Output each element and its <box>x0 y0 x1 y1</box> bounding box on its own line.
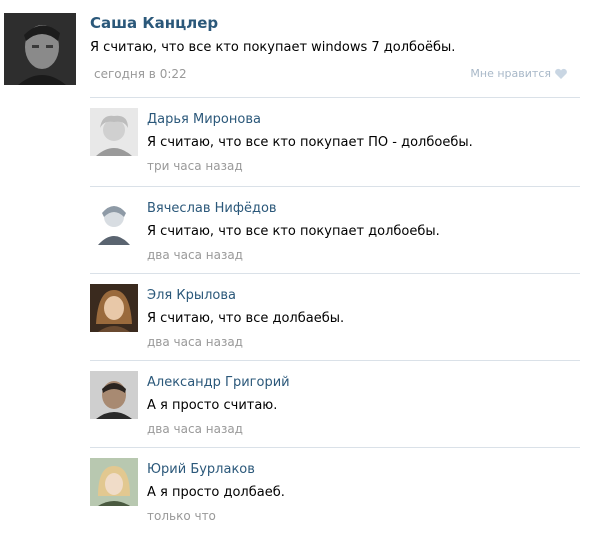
comment-text: А я просто считаю. <box>147 398 278 413</box>
comment-author-avatar[interactable] <box>90 371 138 419</box>
comment-text: Я считаю, что все долбаебы. <box>147 311 345 326</box>
comment-item: Александр Григорий А я просто считаю. дв… <box>90 360 580 447</box>
post-author-avatar[interactable] <box>4 13 76 85</box>
user-photo-icon <box>90 371 138 419</box>
user-photo-icon <box>90 197 138 245</box>
comment-list: Дарья Миронова Я считаю, что все кто пок… <box>90 97 580 534</box>
like-label: Мне нравится <box>470 67 551 80</box>
comment-timestamp[interactable]: три часа назад <box>147 159 243 173</box>
comment-item: Юрий Бурлаков А я просто долбаеб. только… <box>90 447 580 534</box>
comment-author-name[interactable]: Вячеслав Нифёдов <box>147 201 277 216</box>
comment-author-avatar[interactable] <box>90 458 138 506</box>
post-timestamp[interactable]: сегодня в 0:22 <box>94 67 187 81</box>
comment-timestamp[interactable]: два часа назад <box>147 422 243 436</box>
comment-timestamp[interactable]: два часа назад <box>147 335 243 349</box>
wall-post: Саша Канцлер Я считаю, что все кто покуп… <box>0 0 600 532</box>
comment-author-name[interactable]: Александр Григорий <box>147 375 290 390</box>
comment-author-avatar[interactable] <box>90 284 138 332</box>
comment-item: Дарья Миронова Я считаю, что все кто пок… <box>90 97 580 186</box>
post-author-name[interactable]: Саша Канцлер <box>90 14 218 32</box>
user-photo-icon <box>4 13 76 85</box>
comment-text: Я считаю, что все кто покупает долбоебы. <box>147 224 440 239</box>
comment-text: Я считаю, что все кто покупает ПО - долб… <box>147 135 473 150</box>
comment-author-name[interactable]: Эля Крылова <box>147 288 236 303</box>
comment-author-avatar[interactable] <box>90 108 138 156</box>
comment-author-name[interactable]: Юрий Бурлаков <box>147 462 255 477</box>
comment-timestamp[interactable]: два часа назад <box>147 248 243 262</box>
post-text: Я считаю, что все кто покупает windows 7… <box>90 40 456 55</box>
user-photo-icon <box>90 284 138 332</box>
comment-author-name[interactable]: Дарья Миронова <box>147 112 261 127</box>
comment-author-avatar[interactable] <box>90 197 138 245</box>
user-photo-icon <box>90 108 138 156</box>
heart-icon <box>555 68 567 79</box>
like-button[interactable]: Мне нравится <box>470 67 568 80</box>
comment-text: А я просто долбаеб. <box>147 485 285 500</box>
user-photo-icon <box>90 458 138 506</box>
comment-item: Эля Крылова Я считаю, что все долбаебы. … <box>90 273 580 360</box>
comment-timestamp[interactable]: только что <box>147 509 216 523</box>
comment-item: Вячеслав Нифёдов Я считаю, что все кто п… <box>90 186 580 273</box>
